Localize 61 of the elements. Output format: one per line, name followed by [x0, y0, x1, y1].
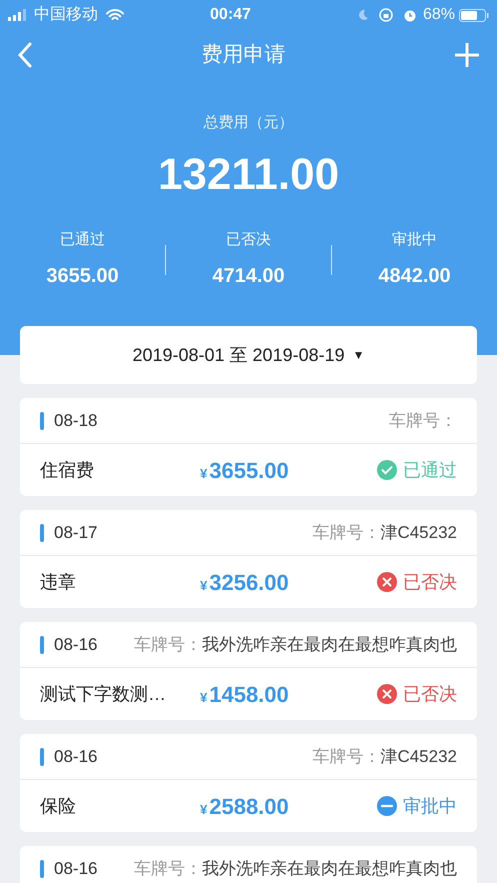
back-icon [18, 42, 32, 68]
record-card[interactable]: 08-16 车牌号：我外洗咋亲在最肉在最想咋真肉也 测试下字数测… ¥1458.00 已否决 [20, 622, 477, 720]
rotation-lock-icon [378, 8, 393, 22]
plate-label: 车牌号： [134, 634, 202, 656]
plate-label: 车牌号： [134, 858, 202, 880]
record-card[interactable]: 08-16 车牌号：津C45232 保险 ¥2588.00 审批中 [20, 734, 477, 832]
clock-time: 00:47 [209, 5, 252, 25]
plate-number: 我外洗咋亲在最肉在最想咋真肉也 [202, 634, 457, 656]
battery-percent: 68% [422, 5, 455, 25]
accent-bar [40, 412, 44, 430]
total-label: 总费用（元） [204, 113, 294, 133]
expense-amount: ¥3655.00 [200, 456, 289, 484]
record-date: 08-18 [54, 410, 98, 432]
expense-name: 住宿费 [40, 458, 95, 482]
stat-value: 3655.00 [46, 264, 119, 289]
status-label: 已通过 [403, 458, 457, 482]
check-circle-icon [377, 460, 397, 480]
expense-name: 测试下字数测… [40, 682, 167, 706]
date-range-selector[interactable]: 2019-08-01 至 2019-08-19 ▼ [20, 326, 477, 384]
plate-number: 我外洗咋亲在最肉在最想咋真肉也 [202, 858, 457, 880]
accent-bar [40, 860, 44, 878]
signal-icon [8, 9, 28, 21]
plate-number: 津C45232 [380, 522, 457, 544]
expense-name: 违章 [40, 570, 77, 594]
plate-label: 车牌号： [389, 410, 457, 432]
battery-icon [459, 8, 489, 22]
plus-icon [454, 42, 480, 68]
cross-circle-icon [377, 684, 397, 704]
plate-label: 车牌号： [312, 746, 380, 768]
record-card[interactable]: 08-17 车牌号：津C45232 违章 ¥3256.00 已否决 [20, 510, 477, 608]
record-card[interactable]: 08-18 车牌号： 住宿费 ¥3655.00 已通过 [20, 398, 477, 496]
alarm-icon [402, 8, 417, 22]
stat-value: 4842.00 [378, 264, 451, 289]
expense-amount: ¥2588.00 [200, 792, 289, 820]
carrier-name: 中国移动 [34, 4, 98, 25]
cross-circle-icon [377, 572, 397, 592]
record-date: 08-16 [54, 858, 98, 880]
status-label: 已否决 [403, 682, 457, 706]
expense-name: 保险 [40, 794, 77, 818]
record-card[interactable]: 08-16 车牌号：我外洗咋亲在最肉在最想咋真肉也 [20, 846, 477, 883]
stat-label: 已否决 [226, 230, 271, 250]
status-label: 审批中 [403, 794, 457, 818]
page-title: 费用申请 [200, 42, 286, 68]
record-date: 08-16 [54, 634, 98, 656]
record-date: 08-16 [54, 746, 98, 768]
plate-label: 车牌号： [312, 522, 380, 544]
stat-label: 审批中 [392, 230, 437, 250]
minus-circle-icon [377, 796, 397, 816]
plate-number: 津C45232 [380, 746, 457, 768]
total-amount: 13211.00 [158, 152, 340, 196]
expense-amount: ¥1458.00 [200, 680, 289, 708]
record-date: 08-17 [54, 522, 98, 544]
accent-bar [40, 748, 44, 766]
expense-amount: ¥3256.00 [200, 568, 289, 596]
wifi-icon [106, 8, 124, 22]
moon-icon [356, 9, 369, 21]
accent-bar [40, 636, 44, 654]
stat-value: 4714.00 [212, 264, 285, 289]
accent-bar [40, 524, 44, 542]
stat-label: 已通过 [60, 230, 105, 250]
status-label: 已否决 [403, 570, 457, 594]
